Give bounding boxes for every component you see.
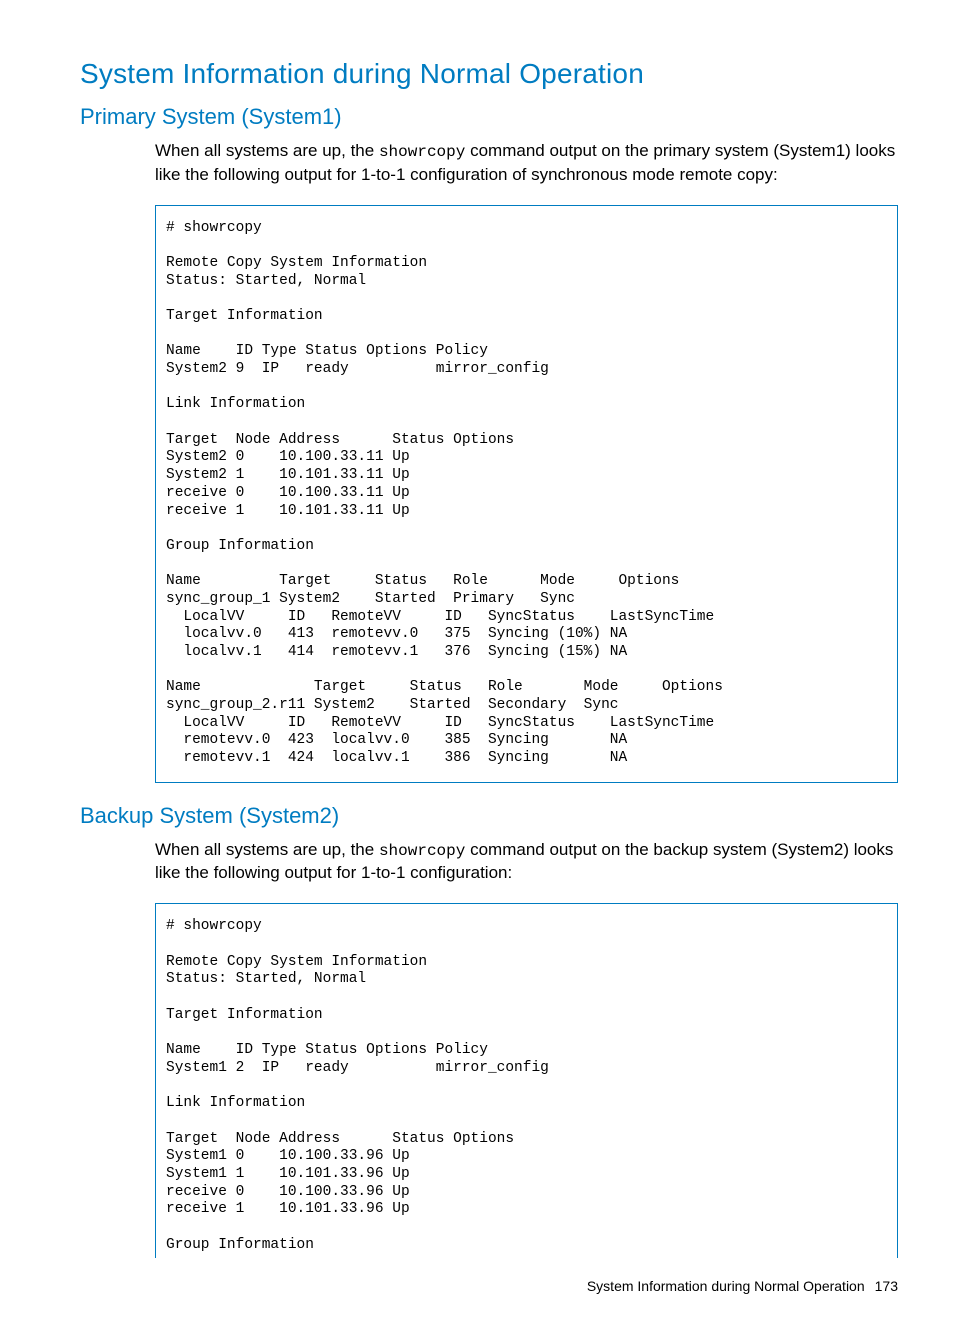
backup-text-before: When all systems are up, the	[155, 840, 379, 859]
backup-code-block: # showrcopy Remote Copy System Informati…	[155, 903, 898, 1258]
footer-page-number: 173	[875, 1278, 898, 1294]
backup-inline-code: showrcopy	[379, 842, 465, 860]
page-footer: System Information during Normal Operati…	[80, 1278, 898, 1294]
page-container: System Information during Normal Operati…	[0, 0, 954, 1324]
primary-inline-code: showrcopy	[379, 143, 465, 161]
main-heading: System Information during Normal Operati…	[80, 58, 898, 90]
primary-paragraph: When all systems are up, the showrcopy c…	[155, 140, 898, 187]
primary-heading: Primary System (System1)	[80, 104, 898, 130]
footer-title: System Information during Normal Operati…	[587, 1278, 865, 1294]
primary-text-before: When all systems are up, the	[155, 141, 379, 160]
primary-code-block: # showrcopy Remote Copy System Informati…	[155, 205, 898, 783]
backup-paragraph: When all systems are up, the showrcopy c…	[155, 839, 898, 886]
backup-heading: Backup System (System2)	[80, 803, 898, 829]
